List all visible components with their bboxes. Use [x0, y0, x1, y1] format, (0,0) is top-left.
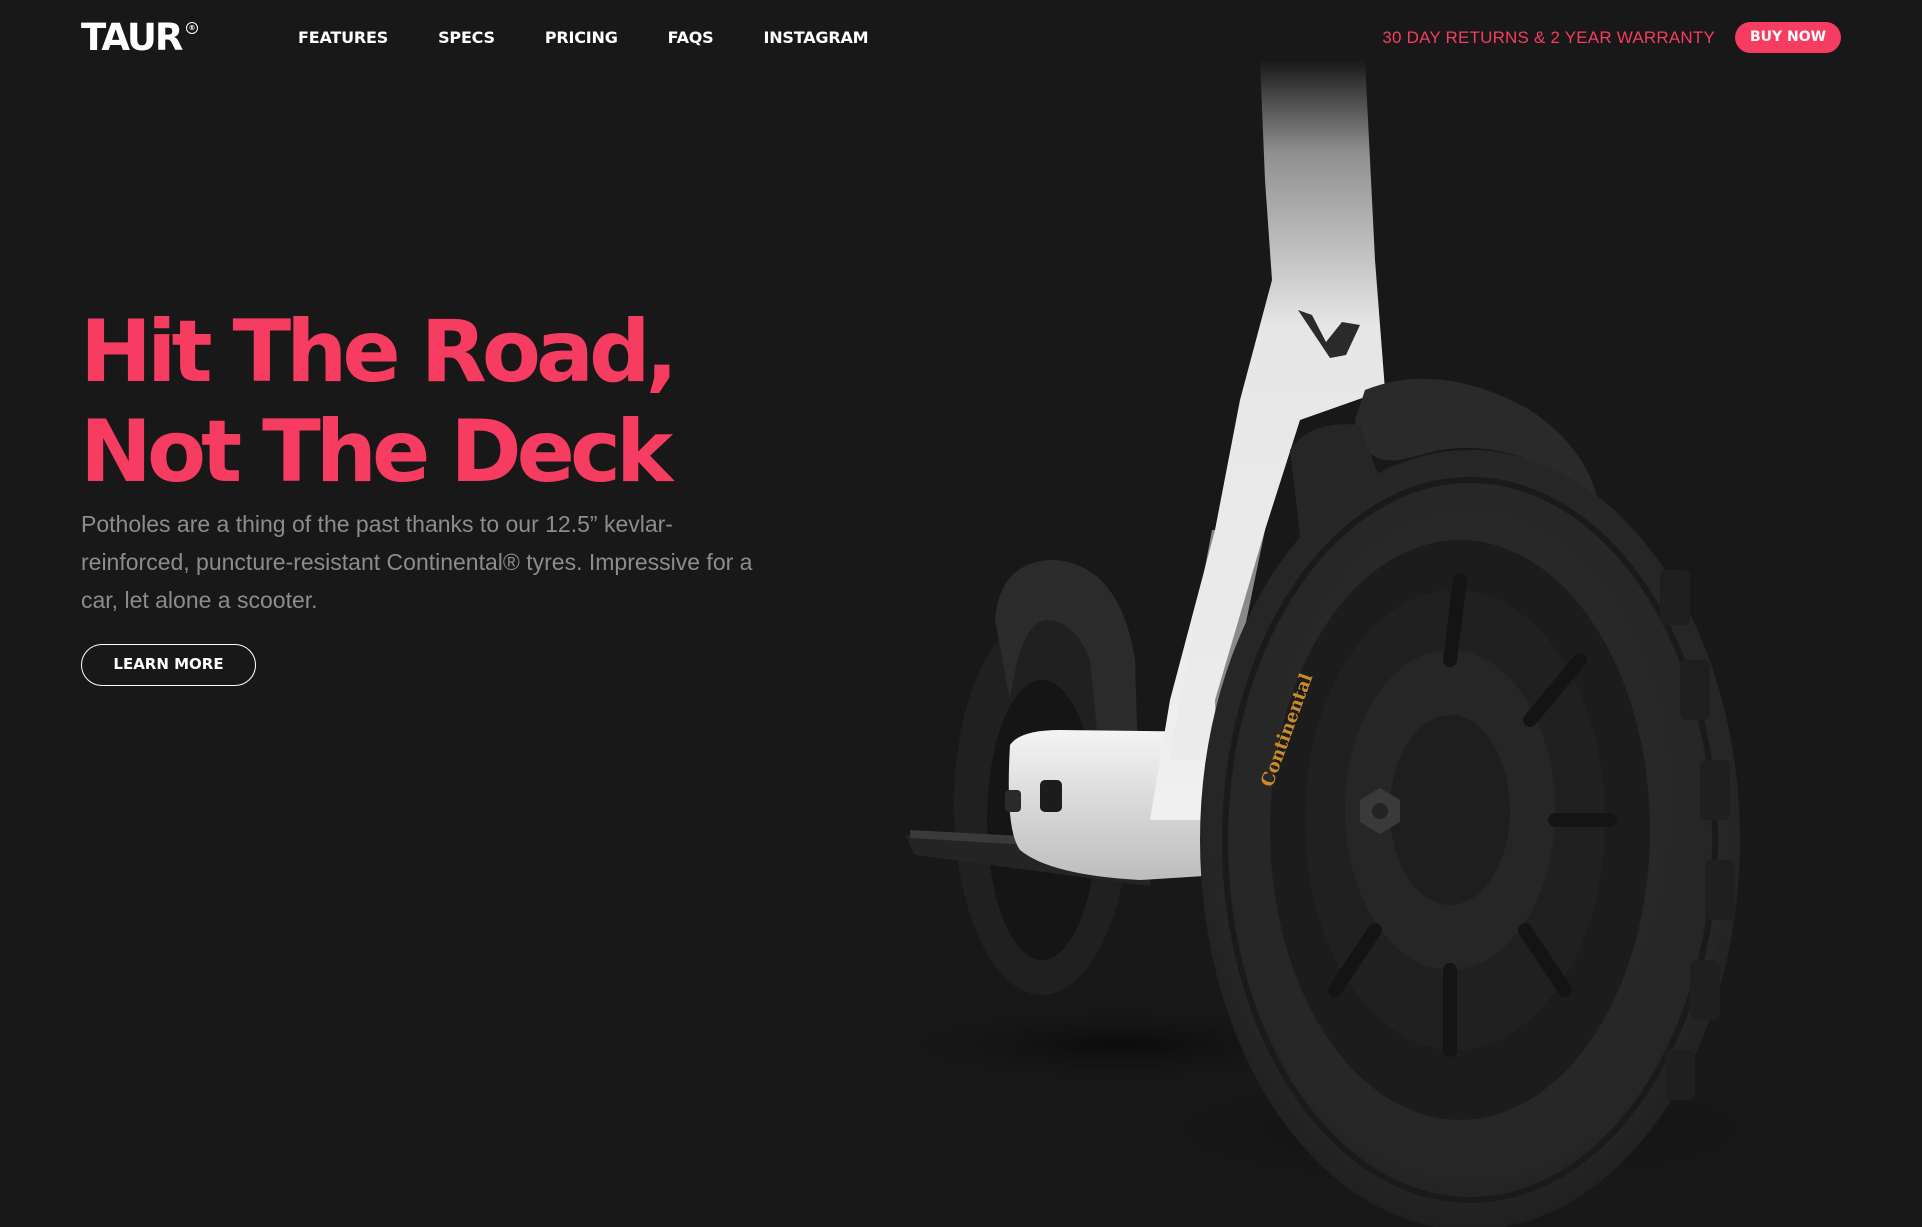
- hero-title-line-1: Hit The Road,: [80, 302, 678, 402]
- nav-item-instagram[interactable]: INSTAGRAM: [763, 28, 868, 47]
- nav-item-specs[interactable]: SPECS: [438, 28, 495, 47]
- hero-title: Hit The Road, Not The Deck: [80, 302, 678, 502]
- nav-item-pricing[interactable]: PRICING: [545, 28, 618, 47]
- logo[interactable]: TAUR: [81, 18, 183, 58]
- scooter-image: Continental: [860, 60, 1820, 1227]
- hero-title-line-2: Not The Deck: [80, 402, 673, 502]
- site-header: TAUR ® FEATURES SPECS PRICING FAQS INSTA…: [0, 0, 1922, 76]
- warranty-link[interactable]: 30 DAY RETURNS & 2 YEAR WARRANTY: [1382, 28, 1715, 48]
- main-nav: FEATURES SPECS PRICING FAQS INSTAGRAM: [298, 28, 918, 47]
- nav-item-faqs[interactable]: FAQS: [668, 28, 714, 47]
- nav-item-features[interactable]: FEATURES: [298, 28, 388, 47]
- hero-description: Potholes are a thing of the past thanks …: [81, 511, 753, 613]
- learn-more-button[interactable]: LEARN MORE: [81, 644, 256, 686]
- front-wheel: Continental: [1200, 450, 1740, 1227]
- registered-mark-icon: ®: [186, 22, 198, 34]
- buy-now-button[interactable]: BUY NOW: [1735, 22, 1841, 53]
